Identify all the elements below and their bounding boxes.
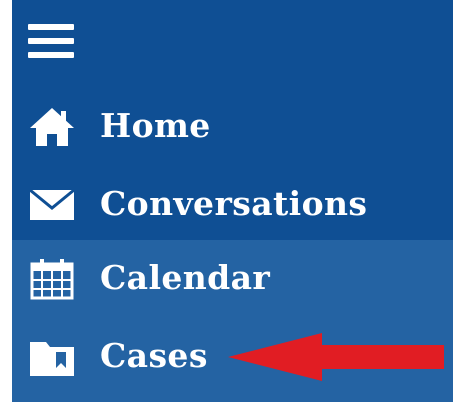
sidebar-item-conversations[interactable]: Conversations [12,166,453,244]
sidebar-item-label: Home [100,106,211,145]
sidebar-item-home[interactable]: Home [12,88,453,166]
hamburger-line [28,52,74,58]
sidebar-item-calendar[interactable]: Calendar [12,240,453,318]
folder-icon [30,342,74,376]
home-icon [30,108,74,146]
calendar-icon [30,259,74,300]
sidebar-item-label: Conversations [100,184,368,223]
hamburger-menu-icon[interactable] [28,24,74,58]
sidebar-item-label: Calendar [100,258,271,297]
hamburger-line [28,38,74,44]
hamburger-line [28,24,74,30]
sidebar-item-label: Cases [100,336,208,375]
red-arrow-annotation [228,333,444,381]
envelope-icon [29,188,75,220]
